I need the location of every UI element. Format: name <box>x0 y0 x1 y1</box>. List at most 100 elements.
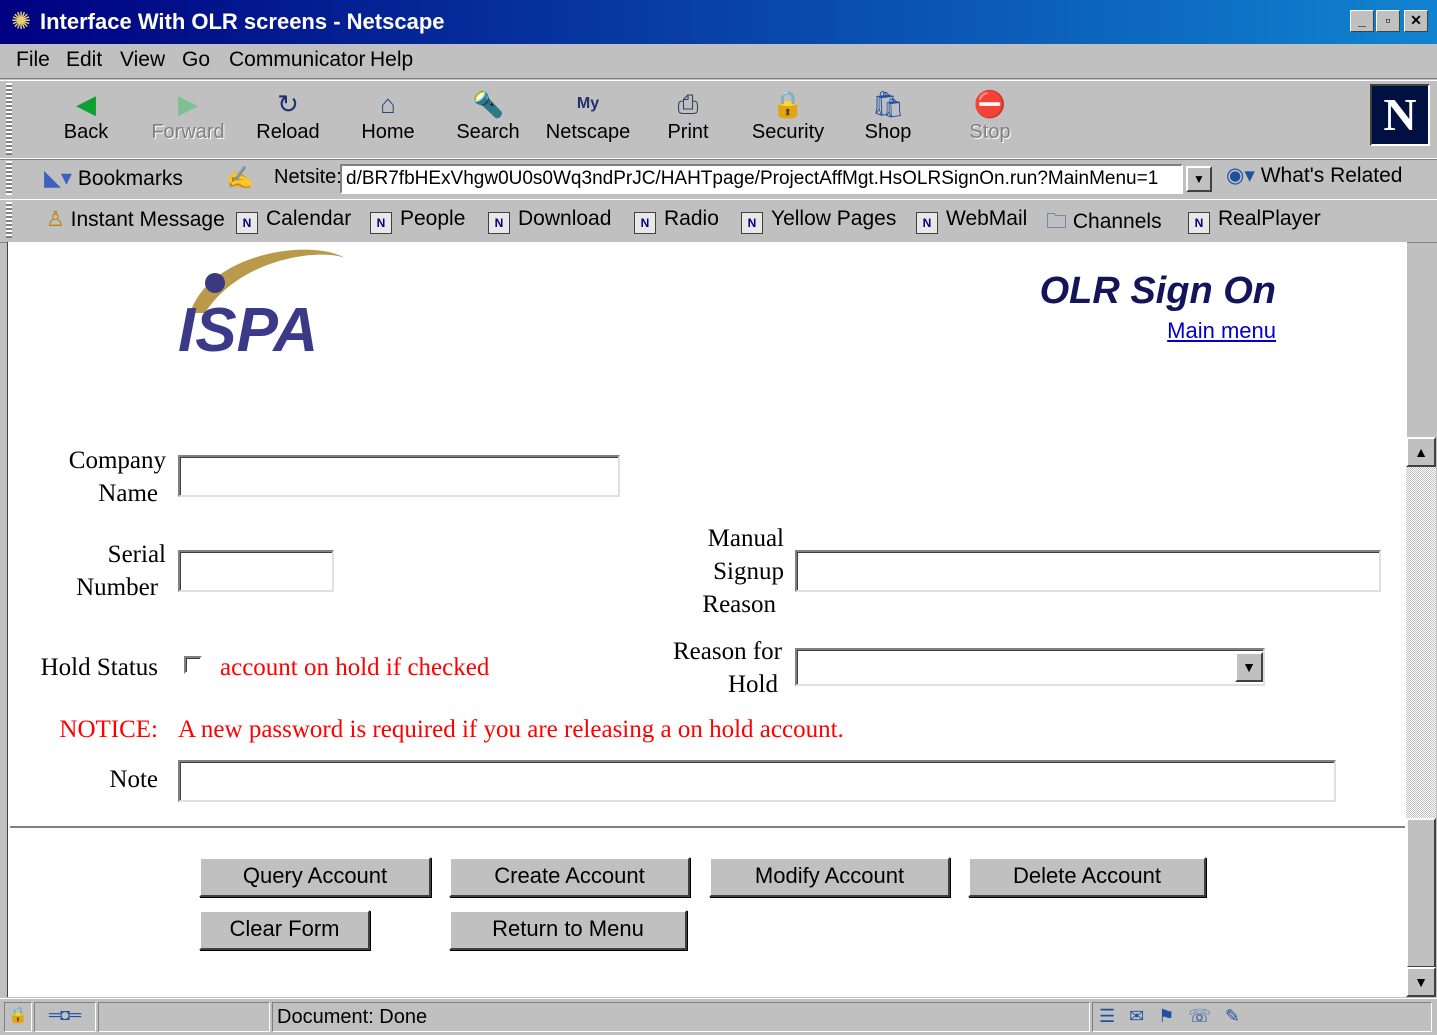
security-button[interactable]: 🔒 Security <box>743 85 833 155</box>
menu-file[interactable]: File <box>16 48 50 72</box>
channels-folder-icon: 🗀 <box>1046 210 1067 233</box>
menu-help[interactable]: Help <box>370 48 413 72</box>
location-url-input[interactable]: d/BR7fbHExVhgw0U0s0Wq3ndPrJC/HAHTpage/Pr… <box>340 164 1183 194</box>
menu-edit[interactable]: Edit <box>66 48 102 72</box>
print-button[interactable]: ⎙ Print <box>643 85 733 155</box>
yellow-pages-link[interactable]: N Yellow Pages <box>741 207 896 234</box>
scrollbar-thumb[interactable] <box>1406 818 1436 968</box>
close-button[interactable]: ✕ <box>1404 10 1428 32</box>
my-netscape-icon: My <box>576 95 600 112</box>
address-book-icon[interactable]: ☏ <box>1188 1006 1225 1026</box>
company-name-input[interactable] <box>178 455 620 497</box>
query-account-button[interactable]: Query Account <box>199 857 431 897</box>
stop-icon: ⛔ <box>973 89 1007 119</box>
reason-for-hold-select[interactable] <box>795 648 1265 686</box>
personal-toolbar: ♙ Instant Message N Calendar N People N Dow… <box>0 199 1437 243</box>
scroll-down-button[interactable]: ▼ <box>1406 967 1436 997</box>
serial-number-label: Serial Number <box>76 541 166 601</box>
page-proxy-icon[interactable]: ✍ <box>226 165 253 191</box>
bookmark-page-icon: N <box>370 212 392 234</box>
netscape-window-icon[interactable]: ✺ <box>8 9 34 35</box>
hold-status-checkbox[interactable] <box>184 656 202 674</box>
people-link[interactable]: N People <box>370 207 465 234</box>
search-icon: 🔦 <box>471 89 505 119</box>
bookmark-page-icon: N <box>488 212 510 234</box>
delete-account-button[interactable]: Delete Account <box>968 857 1206 897</box>
serial-number-input[interactable] <box>178 550 334 592</box>
hold-status-label: Hold Status <box>40 654 158 681</box>
progress-bar <box>98 1002 270 1032</box>
company-name-label: Company Name <box>68 447 166 507</box>
ispa-logo: ISPA <box>178 249 345 363</box>
calendar-link[interactable]: N Calendar <box>236 207 351 234</box>
shopping-bag-icon: 🛍 <box>871 89 905 119</box>
whats-related-button[interactable]: ◉▾ What's Related <box>1226 163 1402 188</box>
window-title: Interface With OLR screens - Netscape <box>40 9 445 34</box>
back-button[interactable]: ◀ Back <box>41 85 131 155</box>
newsgroups-icon[interactable]: ⚑ <box>1158 1006 1188 1026</box>
create-account-button[interactable]: Create Account <box>449 857 690 897</box>
navigator-icon[interactable]: ☰ <box>1099 1006 1129 1026</box>
netscape-logo[interactable]: N <box>1370 84 1430 146</box>
bookmark-page-icon: N <box>236 212 258 234</box>
netscape-button[interactable]: My Netscape <box>543 85 633 155</box>
manual-signup-reason-input[interactable] <box>795 550 1381 592</box>
navigation-toolbar: ◀ Back ▶ Forward ↻ Reload ⌂ Home 🔦 Searc… <box>0 80 1437 160</box>
note-input[interactable] <box>178 760 1336 802</box>
scroll-up-button[interactable]: ▲ <box>1406 437 1436 467</box>
url-dropdown-button[interactable]: ▼ <box>1186 166 1212 192</box>
instant-message-icon: ♙ <box>46 208 65 231</box>
notice-text: A new password is required if you are re… <box>178 716 844 743</box>
instant-message-link[interactable]: ♙ Instant Message <box>46 207 225 232</box>
menu-bar: File Edit View Go Communicator Help <box>0 44 1437 79</box>
padlock-icon: 🔒 <box>771 89 805 119</box>
channels-link[interactable]: 🗀 Channels <box>1046 207 1162 242</box>
minimize-button[interactable]: _ <box>1350 10 1374 32</box>
hold-checkbox-caption: account on hold if checked <box>220 654 490 681</box>
realplayer-link[interactable]: N RealPlayer <box>1188 207 1321 234</box>
webmail-link[interactable]: N WebMail <box>916 207 1027 234</box>
menu-go[interactable]: Go <box>182 48 210 72</box>
component-bar: ☰✉⚑☏✎ <box>1092 1002 1432 1032</box>
shop-button[interactable]: 🛍 Shop <box>843 85 933 155</box>
download-link[interactable]: N Download <box>488 207 611 234</box>
toolbar-grip[interactable] <box>6 161 12 195</box>
bookmark-page-icon: N <box>741 212 763 234</box>
home-icon: ⌂ <box>380 89 396 119</box>
reason-for-hold-dropdown-button[interactable]: ▼ <box>1235 652 1263 682</box>
toolbar-grip[interactable] <box>6 202 12 238</box>
page-title: OLR Sign On <box>1039 270 1276 312</box>
printer-icon: ⎙ <box>677 89 699 119</box>
home-button[interactable]: ⌂ Home <box>343 85 433 155</box>
bookmarks-icon: ◣▾ <box>44 165 72 190</box>
bookmarks-button[interactable]: ◣▾ Bookmarks <box>44 165 183 191</box>
reload-icon: ↻ <box>277 89 299 119</box>
radio-link[interactable]: N Radio <box>634 207 719 234</box>
menu-communicator[interactable]: Communicator <box>229 48 366 72</box>
clear-form-button[interactable]: Clear Form <box>199 910 370 950</box>
reason-for-hold-label: Reason for Hold <box>673 638 782 698</box>
online-status-icon[interactable]: ═◘═ <box>34 1002 96 1032</box>
modify-account-button[interactable]: Modify Account <box>709 857 950 897</box>
mail-icon[interactable]: ✉ <box>1129 1006 1158 1026</box>
window-title-bar[interactable]: ✺ Interface With OLR screens - Netscape … <box>0 0 1437 44</box>
status-text: Document: Done <box>272 1002 1090 1032</box>
svg-text:ISPA: ISPA <box>178 296 318 363</box>
stop-button[interactable]: ⛔ Stop <box>945 85 1035 155</box>
security-padlock-icon[interactable]: 🔒 <box>4 1002 32 1032</box>
forward-button[interactable]: ▶ Forward <box>143 85 233 155</box>
status-bar: 🔒 ═◘═ Document: Done ☰✉⚑☏✎ <box>0 998 1437 1035</box>
bookmark-page-icon: N <box>1188 212 1210 234</box>
manual-signup-reason-label: Manual Signup Reason <box>702 525 784 618</box>
main-menu-link[interactable]: Main menu <box>1100 318 1276 344</box>
search-button[interactable]: 🔦 Search <box>443 85 533 155</box>
return-to-menu-button[interactable]: Return to Menu <box>449 910 687 950</box>
menu-view[interactable]: View <box>120 48 165 72</box>
back-arrow-icon: ◀ <box>76 89 96 119</box>
bookmark-page-icon: N <box>634 212 656 234</box>
composer-icon[interactable]: ✎ <box>1225 1006 1254 1026</box>
toolbar-grip[interactable] <box>6 83 12 155</box>
notice-label: NOTICE: <box>59 716 158 743</box>
reload-button[interactable]: ↻ Reload <box>243 85 333 155</box>
maximize-button[interactable]: ▫ <box>1376 10 1400 32</box>
